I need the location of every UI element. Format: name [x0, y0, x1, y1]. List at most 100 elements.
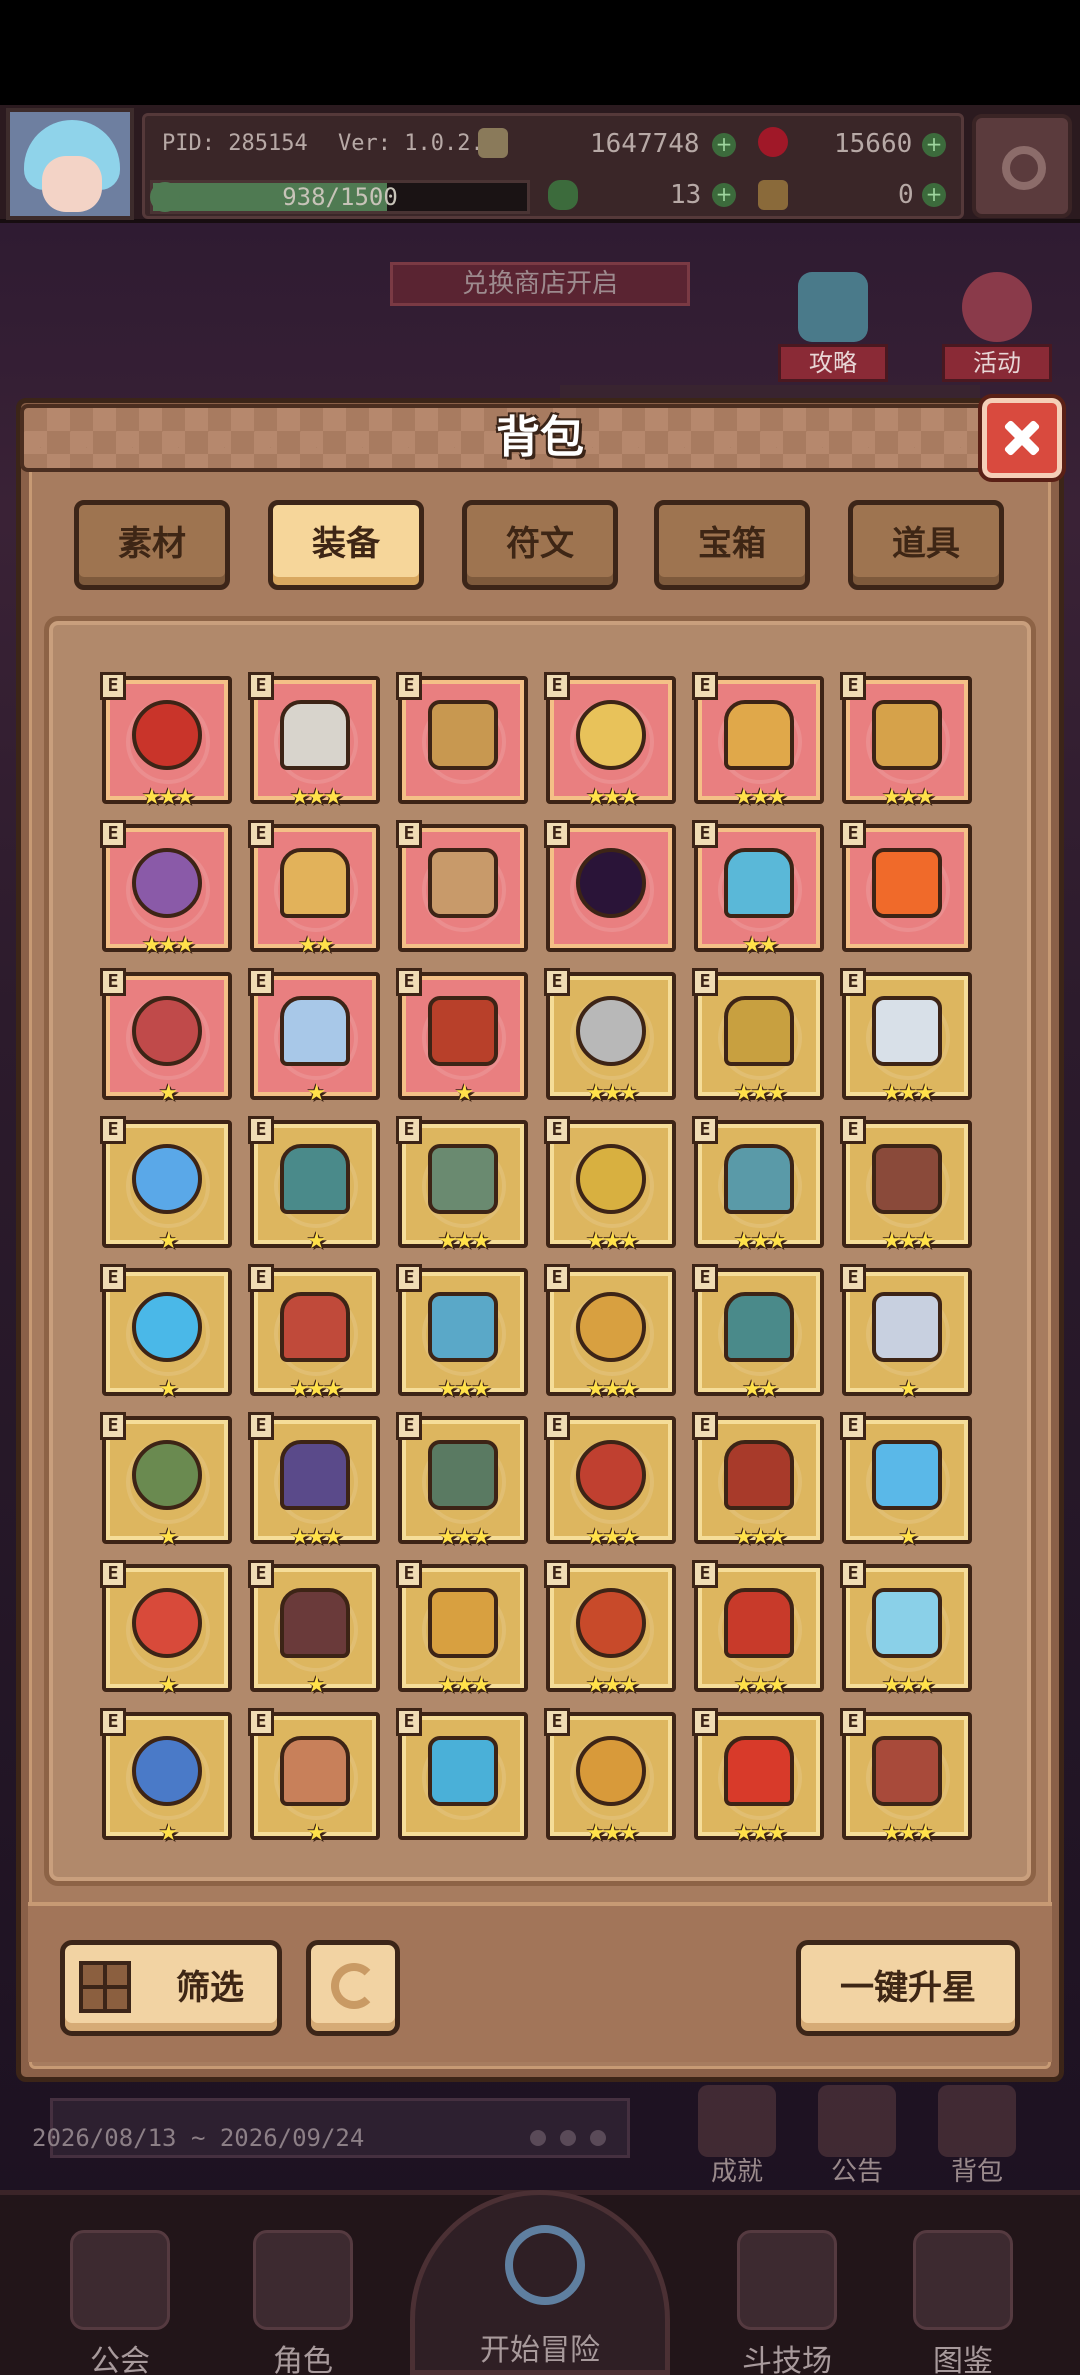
star-rating: ★★★	[733, 1081, 787, 1106]
auto-upgrade-stars-button[interactable]: 一键升星	[796, 1940, 1020, 2036]
leather-bracer-icon	[280, 1736, 350, 1806]
inventory-slot[interactable]: E	[396, 1708, 528, 1840]
inventory-slot[interactable]: E ★	[100, 1116, 232, 1254]
inventory-slot[interactable]: E ★	[248, 1708, 380, 1846]
inventory-slot[interactable]: E ★	[100, 1708, 232, 1846]
inventory-slot[interactable]: E ★★★	[396, 1116, 528, 1254]
settings-button[interactable]	[972, 114, 1072, 218]
inventory-slot[interactable]: E ★	[100, 1412, 232, 1550]
inventory-slot[interactable]: E ★★★	[544, 1116, 676, 1254]
refresh-button[interactable]	[306, 1940, 400, 2036]
inventory-slot[interactable]: E ★★★	[692, 1708, 824, 1846]
equipped-tag: E	[100, 1412, 126, 1440]
star-rating: ★	[158, 1821, 179, 1846]
filter-button[interactable]: 筛选	[60, 1940, 282, 2036]
tab-runes[interactable]: 符文	[462, 500, 618, 590]
nav-character[interactable]: 角色	[228, 2220, 378, 2375]
inventory-slot[interactable]: E ★★★	[692, 1116, 824, 1254]
inventory-slot[interactable]: E	[396, 820, 528, 952]
red-boot-icon	[724, 1588, 794, 1658]
inventory-slot[interactable]: E	[396, 672, 528, 804]
inventory-slot[interactable]: E	[544, 820, 676, 952]
heart-pendant-icon	[872, 700, 942, 770]
notice-button[interactable]: 公告	[808, 2085, 906, 2187]
inventory-slot[interactable]: E ★★★	[396, 1560, 528, 1698]
inventory-slot[interactable]: E ★★★	[544, 1412, 676, 1550]
inventory-slot[interactable]: E ★	[100, 1560, 232, 1698]
inventory-slot[interactable]: E ★★	[248, 820, 380, 958]
nav-codex[interactable]: 图鉴	[888, 2220, 1038, 2375]
inventory-slot[interactable]: E ★	[840, 1264, 972, 1402]
equipped-tag: E	[100, 1560, 126, 1588]
inventory-slot[interactable]: E ★★★	[100, 820, 232, 958]
inventory-slot[interactable]: E ★★★	[692, 1560, 824, 1698]
inventory-slot[interactable]: E ★★★	[248, 1412, 380, 1550]
golden-bracer-icon	[428, 1588, 498, 1658]
inventory-slot[interactable]: E ★★★	[396, 1412, 528, 1550]
inventory-slot[interactable]: E ★	[100, 968, 232, 1106]
nav-guild[interactable]: 公会	[45, 2220, 195, 2375]
backpack-button[interactable]: 背包	[928, 2085, 1026, 2187]
inventory-slot[interactable]: E ★★★	[692, 672, 824, 810]
inventory-slot[interactable]: E ★★★	[100, 672, 232, 810]
add-key-icon[interactable]: +	[922, 183, 946, 207]
inventory-slot[interactable]: E ★	[248, 1116, 380, 1254]
star-rating: ★	[158, 1081, 179, 1106]
nav-arena[interactable]: 斗技场	[712, 2220, 862, 2375]
inventory-slot[interactable]: E ★★	[692, 1264, 824, 1402]
tab-items[interactable]: 道具	[848, 500, 1004, 590]
star-rating: ★★★	[585, 1081, 639, 1106]
modal-title: 背包	[496, 412, 584, 463]
inventory-slot[interactable]: E ★★★	[692, 968, 824, 1106]
tab-materials[interactable]: 素材	[74, 500, 230, 590]
add-clover-icon[interactable]: +	[712, 183, 736, 207]
silver-wand-icon	[872, 996, 942, 1066]
inventory-slot[interactable]: E	[840, 820, 972, 952]
event-button[interactable]: 活动	[942, 272, 1052, 382]
star-rating: ★★★	[881, 1229, 935, 1254]
inventory-slot[interactable]: E ★★★	[544, 968, 676, 1106]
equipped-tag: E	[248, 1264, 274, 1292]
star-rating: ★	[158, 1229, 179, 1254]
add-gem-icon[interactable]: +	[922, 133, 946, 157]
inventory-slot[interactable]: E ★★	[692, 820, 824, 958]
equipped-tag: E	[100, 1264, 126, 1292]
add-gold-icon[interactable]: +	[712, 133, 736, 157]
star-rating: ★★★	[289, 1525, 343, 1550]
inventory-slot[interactable]: E ★★★	[692, 1412, 824, 1550]
equipped-tag: E	[692, 1116, 718, 1144]
inventory-slot[interactable]: E ★★★	[840, 1116, 972, 1254]
inventory-slot[interactable]: E ★★★	[840, 1708, 972, 1846]
equipped-tag: E	[100, 1116, 126, 1144]
silver-axe-icon	[576, 996, 646, 1066]
tab-equipment[interactable]: 装备	[268, 500, 424, 590]
player-avatar[interactable]	[6, 108, 134, 220]
inventory-slot[interactable]: E ★	[840, 1412, 972, 1550]
tab-chests[interactable]: 宝箱	[654, 500, 810, 590]
clover-amount: 13	[670, 180, 702, 210]
inventory-slot[interactable]: E ★★★	[544, 1560, 676, 1698]
inventory-slot[interactable]: E ★	[248, 968, 380, 1106]
star-rating: ★★★	[289, 1377, 343, 1402]
golden-mace-icon	[724, 996, 794, 1066]
event-date: 2026/08/13 ~ 2026/09/24	[32, 2124, 365, 2152]
inventory-slot[interactable]: E ★★★	[248, 672, 380, 810]
achievement-label: 成就	[710, 2157, 763, 2187]
guide-button[interactable]: 攻略	[778, 272, 888, 382]
inventory-slot[interactable]: E ★★★	[544, 1708, 676, 1846]
close-button[interactable]	[978, 394, 1066, 482]
inventory-slot[interactable]: E ★★★	[840, 968, 972, 1106]
inventory-slot[interactable]: E ★★★	[840, 672, 972, 810]
inventory-slot[interactable]: E ★	[100, 1264, 232, 1402]
inventory-slot[interactable]: E ★★★	[396, 1264, 528, 1402]
achievement-button[interactable]: 成就	[688, 2085, 786, 2187]
inventory-slot[interactable]: E ★★★	[544, 1264, 676, 1402]
equipped-tag: E	[692, 968, 718, 996]
inventory-slot[interactable]: E ★	[248, 1560, 380, 1698]
inventory-slot[interactable]: E ★★★	[248, 1264, 380, 1402]
inventory-slot[interactable]: E ★★★	[544, 672, 676, 810]
inventory-slot[interactable]: E ★★★	[840, 1560, 972, 1698]
star-rating: ★	[898, 1377, 919, 1402]
inventory-slot[interactable]: E ★	[396, 968, 528, 1106]
star-rating: ★★★	[141, 785, 195, 810]
